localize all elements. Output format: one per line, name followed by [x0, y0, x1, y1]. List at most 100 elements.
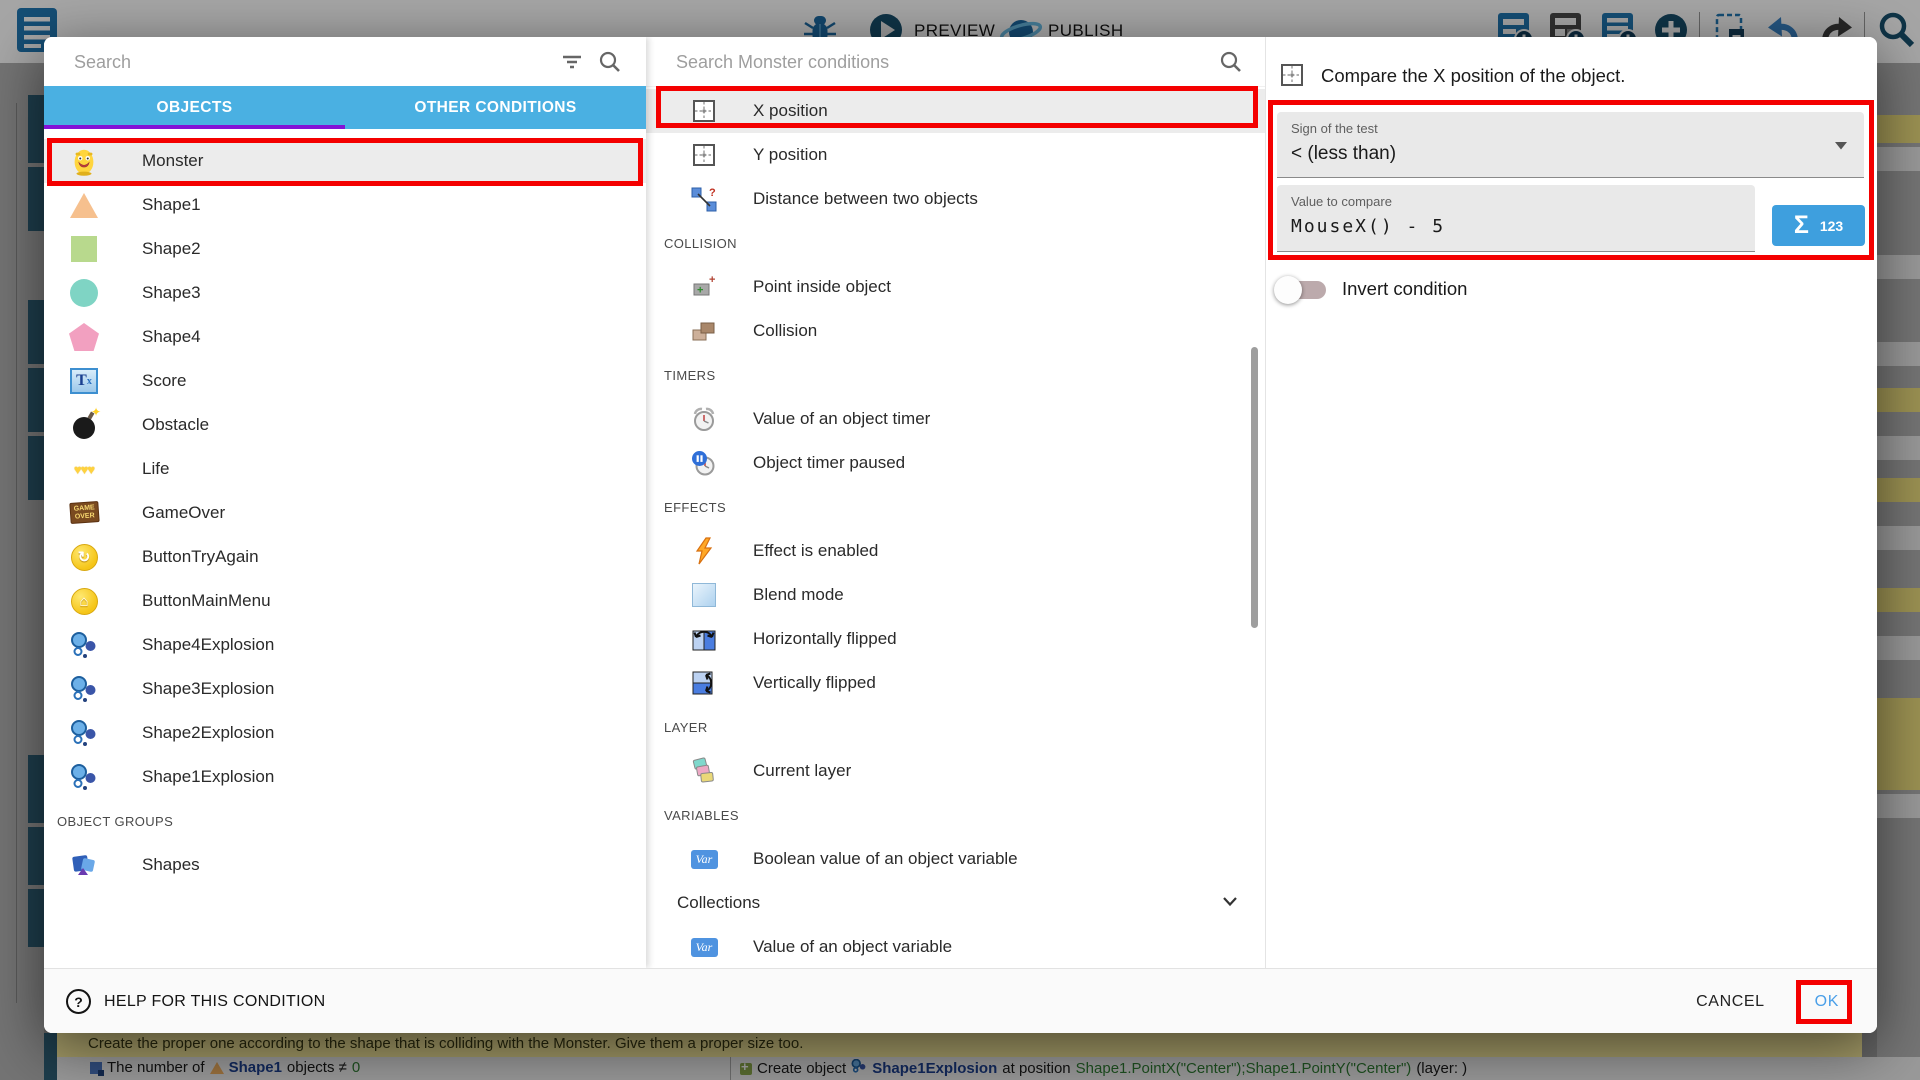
position-icon [690, 97, 718, 125]
section-header: COLLISION [646, 221, 1265, 265]
item-label: Shape3 [142, 283, 201, 303]
svg-text:+: + [709, 274, 715, 286]
object-row[interactable]: ↻ButtonTryAgain [44, 535, 646, 579]
item-label: Horizontally flipped [753, 629, 897, 649]
item-label: Value of an object timer [753, 409, 930, 429]
toggle-knob[interactable] [1274, 276, 1302, 304]
item-label: Effect is enabled [753, 541, 878, 561]
cancel-button[interactable]: CANCEL [1696, 993, 1765, 1011]
item-label: Value of an object variable [753, 937, 952, 957]
monster-icon [68, 145, 100, 177]
position-icon [690, 141, 718, 169]
value-to-compare-input[interactable]: MouseX() - 5 [1291, 216, 1445, 237]
ok-button[interactable]: OK [1815, 993, 1839, 1011]
help-icon: ? [66, 989, 91, 1014]
item-label: Point inside object [753, 277, 891, 297]
search-icon[interactable] [598, 50, 622, 79]
object-row[interactable]: ✦Obstacle [44, 403, 646, 447]
condition-search-input[interactable] [646, 37, 1218, 87]
sign-of-test-select[interactable]: Sign of the test < (less than) [1277, 112, 1864, 178]
help-label: HELP FOR THIS CONDITION [104, 993, 325, 1011]
effect-icon [690, 537, 718, 565]
item-label: Shape1 [142, 195, 201, 215]
item-label: Shape2Explosion [142, 723, 274, 743]
value-to-compare-field[interactable]: Value to compare MouseX() - 5 [1277, 185, 1755, 252]
condition-row[interactable]: Horizontally flipped [646, 617, 1265, 661]
particles-icon [68, 761, 100, 793]
item-label: Shape3Explosion [142, 679, 274, 699]
triangle-icon [68, 189, 100, 221]
item-label: ButtonMainMenu [142, 591, 271, 611]
filter-icon[interactable] [560, 50, 584, 79]
condition-row[interactable]: X position [646, 89, 1265, 133]
item-label: Vertically flipped [753, 673, 876, 693]
object-search-input[interactable] [44, 37, 576, 87]
condition-row[interactable]: Vertically flipped [646, 661, 1265, 705]
section-header: LAYER [646, 705, 1265, 749]
condition-row[interactable]: Blend mode [646, 573, 1265, 617]
condition-row[interactable]: Collision [646, 309, 1265, 353]
position-icon [1279, 62, 1305, 93]
object-row[interactable]: TxScore [44, 359, 646, 403]
object-row[interactable]: Shapes [44, 843, 646, 887]
button-retry-icon: ↻ [68, 541, 100, 573]
object-list: Monster Shape1 Shape2 Shape3 Shape4 TxScore✦O… [44, 139, 646, 887]
object-row[interactable]: GAMEOVERGameOver [44, 491, 646, 535]
object-row[interactable]: ⌂ ButtonMainMenu [44, 579, 646, 623]
help-for-condition-button[interactable]: ? HELP FOR THIS CONDITION [66, 969, 325, 1033]
distance-icon: ? [690, 185, 718, 213]
sign-of-test-label: Sign of the test [1291, 121, 1378, 136]
condition-row[interactable]: ? Distance between two objects [646, 177, 1265, 221]
object-row[interactable]: Shape2 [44, 227, 646, 271]
expression-builder-button[interactable]: Σ 123 [1772, 205, 1865, 246]
item-label: Collision [753, 321, 817, 341]
particles-icon [68, 717, 100, 749]
item-label: Current layer [753, 761, 851, 781]
object-row[interactable]: Monster [44, 139, 646, 183]
sign-of-test-value: < (less than) [1291, 143, 1396, 165]
blend-icon [690, 581, 718, 609]
object-row[interactable]: Shape3 [44, 271, 646, 315]
condition-row[interactable]: Y position [646, 133, 1265, 177]
button-home-icon: ⌂ [68, 585, 100, 617]
condition-row[interactable]: VarBoolean value of an object variable [646, 837, 1265, 881]
object-row[interactable]: Shape3Explosion [44, 667, 646, 711]
condition-row[interactable]: Current layer [646, 749, 1265, 793]
gameover-icon: GAMEOVER [68, 497, 100, 529]
object-search-row [44, 37, 646, 87]
point-inside-icon: ++ [690, 273, 718, 301]
condition-row[interactable]: Effect is enabled [646, 529, 1265, 573]
item-label: Monster [142, 151, 203, 171]
tab-objects[interactable]: OBJECTS [44, 86, 345, 129]
object-row[interactable]: Shape1Explosion [44, 755, 646, 799]
object-row[interactable]: Shape2Explosion [44, 711, 646, 755]
object-row[interactable]: Shape4Explosion [44, 623, 646, 667]
object-row[interactable]: Shape4 [44, 315, 646, 359]
condition-row[interactable]: Collections [646, 881, 1265, 925]
condition-row[interactable]: VarValue of an object variable [646, 925, 1265, 969]
chevron-down-icon[interactable] [1219, 890, 1241, 917]
tab-other-conditions[interactable]: OTHER CONDITIONS [345, 86, 646, 129]
condition-editor-dialog: OBJECTS OTHER CONDITIONS Monster Shape1 Sh… [44, 37, 1877, 1033]
chevron-down-icon[interactable] [1830, 134, 1852, 161]
text-object-icon: Tx [68, 365, 100, 397]
expression-builder-label: 123 [1820, 218, 1843, 234]
item-label: Distance between two objects [753, 189, 978, 209]
item-label: Shape4 [142, 327, 201, 347]
scrollbar[interactable] [1251, 347, 1258, 628]
item-label: Obstacle [142, 415, 209, 435]
object-row[interactable]: Shape1 [44, 183, 646, 227]
item-label: Life [142, 459, 169, 479]
search-icon[interactable] [1219, 50, 1243, 79]
condition-row[interactable]: Object timer paused [646, 441, 1265, 485]
condition-row[interactable]: Value of an object timer [646, 397, 1265, 441]
flip-h-icon [690, 625, 718, 653]
invert-condition-toggle[interactable] [1277, 281, 1326, 299]
item-label: Shape2 [142, 239, 201, 259]
object-row[interactable]: ♥♥♥Life [44, 447, 646, 491]
condition-row[interactable]: ++ Point inside object [646, 265, 1265, 309]
layer-icon [690, 757, 718, 785]
timer-icon [690, 405, 718, 433]
collision-icon [690, 317, 718, 345]
item-label: X position [753, 101, 828, 121]
